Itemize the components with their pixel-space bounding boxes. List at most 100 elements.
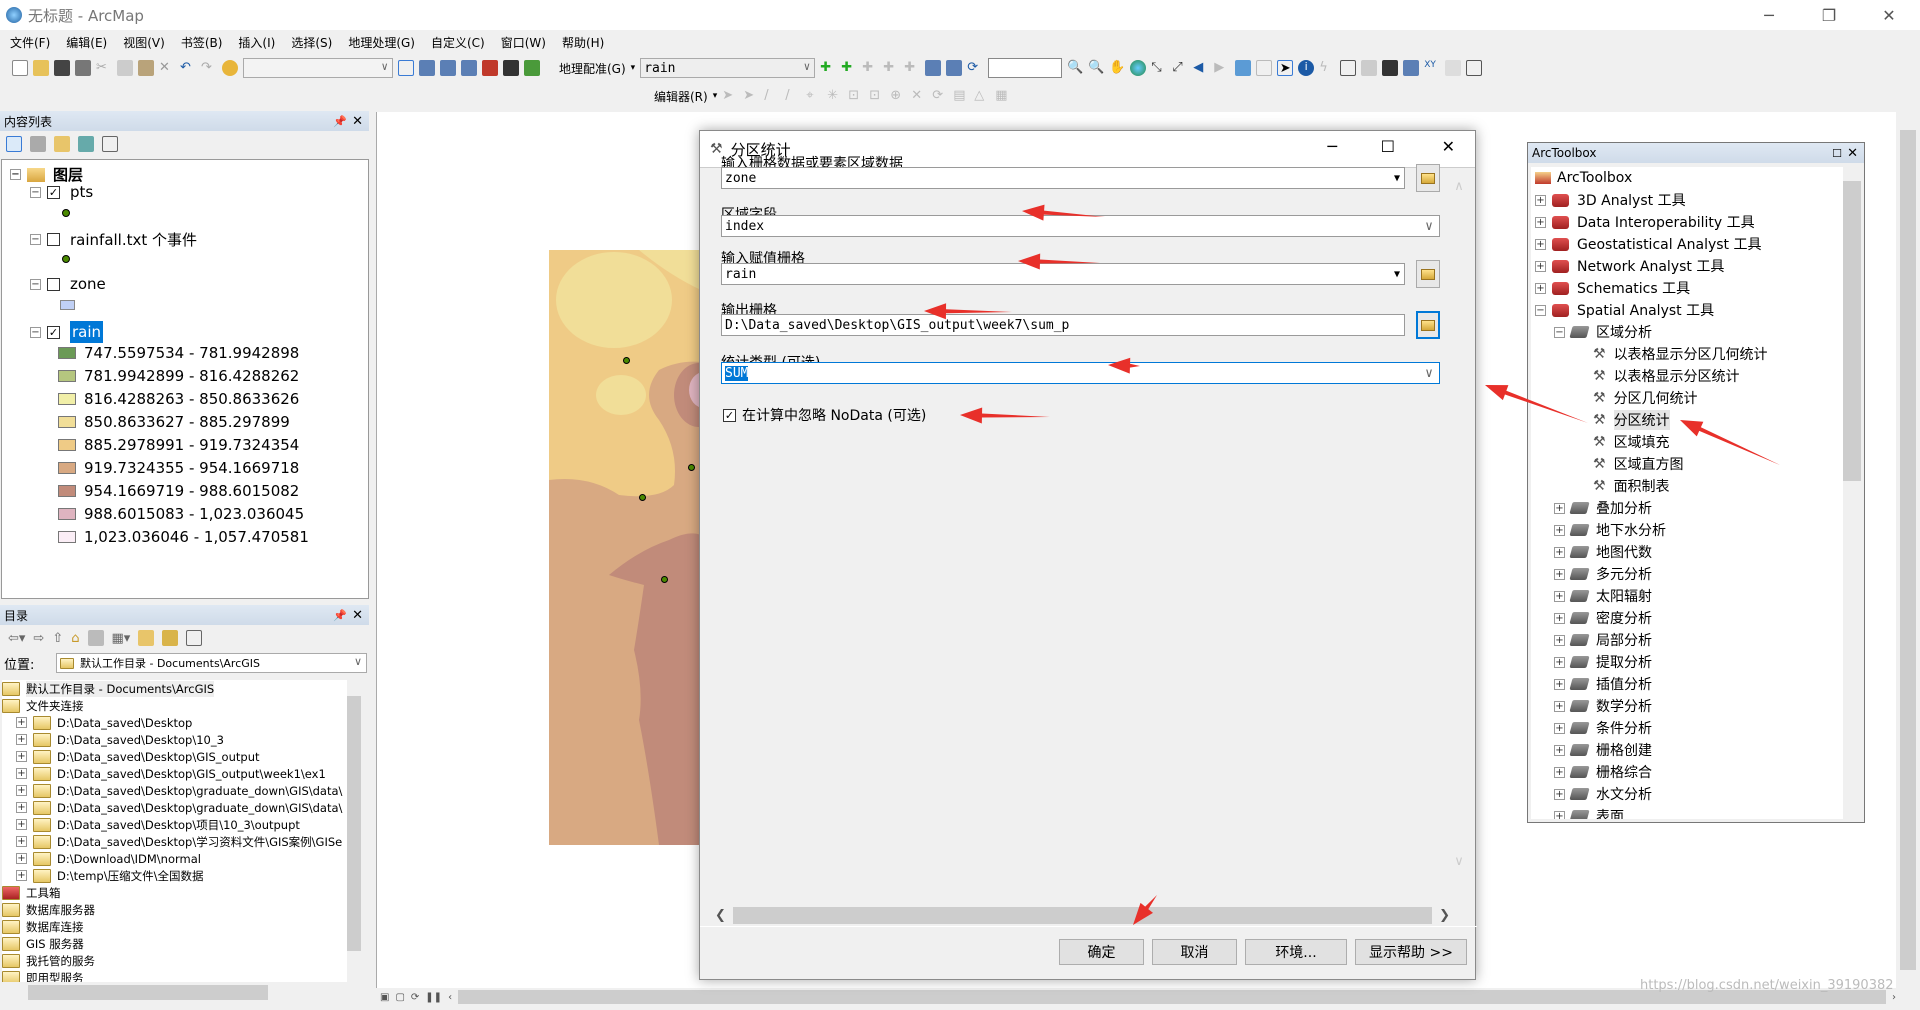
- scale-icon[interactable]: ✚: [904, 60, 920, 76]
- location-combo[interactable]: 默认工作目录 - Documents\ArcGIS ∨: [56, 653, 367, 673]
- layers-root[interactable]: − 图层: [10, 164, 83, 185]
- list-by-source-icon[interactable]: [30, 136, 46, 152]
- menu-item[interactable]: 窗口(W): [501, 34, 546, 51]
- catalog-horizontal-scrollbar[interactable]: [2, 985, 347, 1000]
- tool-item[interactable]: ⚒ 分区统计: [1593, 409, 1670, 431]
- toc-layer[interactable]: − ✓ rain: [30, 321, 104, 343]
- viewer-icon[interactable]: [925, 60, 942, 76]
- list-by-visibility-icon[interactable]: [54, 136, 70, 152]
- catalog-item[interactable]: + D:\Data_saved\Desktop\GIS_output\week1\…: [16, 765, 326, 782]
- restore-button[interactable]: ❐: [1806, 0, 1852, 30]
- expand-icon[interactable]: +: [1554, 766, 1565, 778]
- expand-icon[interactable]: +: [1554, 656, 1565, 668]
- refresh-icon[interactable]: ⟳: [411, 992, 419, 1003]
- default-gdb-icon[interactable]: [87, 630, 104, 646]
- connect-folder-icon[interactable]: [138, 630, 155, 646]
- tool-item[interactable]: ⚒ 区域填充: [1593, 431, 1670, 453]
- time-slider-icon[interactable]: [1445, 60, 1462, 76]
- add-control-points-icon[interactable]: ✚: [820, 60, 836, 76]
- forward-icon[interactable]: ⇨: [33, 631, 44, 646]
- pin-icon[interactable]: 📌: [333, 115, 347, 128]
- minimize-button[interactable]: ─: [1746, 0, 1792, 30]
- browse-zone-button[interactable]: [1416, 164, 1440, 192]
- expand-icon[interactable]: +: [16, 870, 27, 881]
- back-icon[interactable]: ◀: [1193, 60, 1209, 76]
- toolset-item[interactable]: + 多元分析: [1554, 563, 1652, 585]
- collapse-icon[interactable]: −: [30, 326, 41, 338]
- redo-icon[interactable]: ↷: [201, 60, 217, 76]
- expand-icon[interactable]: +: [16, 836, 27, 847]
- toolset-item[interactable]: + 局部分析: [1554, 629, 1652, 651]
- editor-menu[interactable]: 编辑器(R): [654, 88, 708, 105]
- menu-item[interactable]: 插入(I): [238, 34, 275, 51]
- trace-icon[interactable]: ⌖: [806, 88, 822, 104]
- hyperlink-icon[interactable]: ϟ: [1319, 60, 1335, 76]
- list-by-selection-icon[interactable]: [78, 136, 94, 152]
- dialog-close-button[interactable]: ✕: [1442, 137, 1455, 156]
- toolbox-item[interactable]: + Geostatistical Analyst 工具: [1535, 233, 1762, 255]
- browse-value-raster-button[interactable]: [1416, 260, 1440, 288]
- fixed-zoom-out-icon[interactable]: ⤢: [1172, 60, 1188, 76]
- toolbox-item[interactable]: +3D Analyst 工具: [1535, 189, 1686, 211]
- menu-item[interactable]: 视图(V): [123, 34, 165, 51]
- toolbox-item[interactable]: − Spatial Analyst 工具: [1535, 299, 1714, 321]
- scroll-left-icon[interactable]: ‹: [448, 992, 452, 1003]
- print-icon[interactable]: [75, 60, 91, 76]
- toolbox-item[interactable]: + Data Interoperability 工具: [1535, 211, 1755, 233]
- clear-selection-icon[interactable]: [1256, 60, 1273, 76]
- cancel-button[interactable]: 取消: [1152, 939, 1237, 965]
- edit-annotation-icon[interactable]: ➤: [743, 88, 759, 104]
- expand-icon[interactable]: +: [1554, 700, 1565, 712]
- editor-toolbar-icon[interactable]: [398, 60, 414, 76]
- expand-icon[interactable]: +: [16, 802, 27, 813]
- catalog-item[interactable]: + D:\Data_saved\Desktop\学习资料文件\GIS案例\GISe: [16, 833, 342, 850]
- measure-icon[interactable]: [1361, 60, 1378, 76]
- catalog-item[interactable]: 即用型服务: [2, 969, 84, 982]
- dialog-vertical-scrollbar[interactable]: ∧ ∨: [1450, 179, 1468, 879]
- go-to-xy-icon[interactable]: XY: [1424, 60, 1440, 76]
- expand-icon[interactable]: +: [16, 853, 27, 864]
- toc-layer[interactable]: − rainfall.txt 个事件: [30, 229, 197, 250]
- expand-icon[interactable]: +: [1535, 238, 1546, 250]
- html-popup-icon[interactable]: [1340, 60, 1357, 76]
- expand-icon[interactable]: +: [16, 717, 27, 728]
- edit-vertices-icon[interactable]: ⊡: [848, 88, 864, 104]
- add-data-icon[interactable]: [222, 60, 238, 76]
- toolset-item[interactable]: + 叠加分析: [1554, 497, 1652, 519]
- full-extent-icon[interactable]: [1130, 60, 1147, 76]
- edit-tool-icon[interactable]: ➤: [722, 88, 738, 104]
- menu-item[interactable]: 文件(F): [10, 34, 50, 51]
- pin-icon[interactable]: 📌: [333, 609, 347, 622]
- toolbox-item[interactable]: + Schematics 工具: [1535, 277, 1690, 299]
- auto-adjust-icon[interactable]: ✚: [841, 60, 857, 76]
- catalog-item[interactable]: 工具箱: [2, 884, 61, 901]
- collapse-icon[interactable]: −: [30, 234, 41, 245]
- layer-visibility-checkbox[interactable]: ✓: [47, 325, 60, 339]
- create-features-icon[interactable]: ▦: [995, 88, 1011, 104]
- catalog-item[interactable]: + D:\Data_saved\Desktop\graduate_down\GIS…: [16, 799, 342, 816]
- delete-icon[interactable]: ✕: [159, 60, 175, 76]
- expand-icon[interactable]: +: [16, 768, 27, 779]
- menu-item[interactable]: 书签(B): [181, 34, 223, 51]
- maximize-icon[interactable]: ☐: [1832, 147, 1842, 160]
- select-elements-icon[interactable]: ➤: [1277, 60, 1294, 76]
- catalog-item[interactable]: 数据库服务器: [2, 901, 95, 918]
- toolset-item[interactable]: + 地下水分析: [1554, 519, 1666, 541]
- python-icon[interactable]: [503, 60, 519, 76]
- catalog-item[interactable]: 数据库连接: [2, 918, 84, 935]
- expand-icon[interactable]: +: [1554, 612, 1565, 624]
- toolset-item[interactable]: + 提取分析: [1554, 651, 1652, 673]
- table-icon[interactable]: [419, 60, 435, 76]
- arctoolbox-root[interactable]: ArcToolbox: [1535, 167, 1632, 189]
- split-icon[interactable]: ✕: [911, 88, 927, 104]
- list-by-drawing-order-icon[interactable]: [6, 136, 22, 152]
- toc-layer[interactable]: − zone: [30, 275, 106, 293]
- collapse-icon[interactable]: −: [30, 186, 41, 198]
- expand-icon[interactable]: +: [16, 785, 27, 796]
- cut-polygons-icon[interactable]: ⊕: [890, 88, 906, 104]
- shift-icon[interactable]: ✚: [883, 60, 899, 76]
- catalog-item[interactable]: + D:\temp\压缩文件\全国数据: [16, 867, 203, 884]
- catalog-vertical-scrollbar[interactable]: [347, 680, 361, 982]
- collapse-icon[interactable]: −: [30, 278, 41, 290]
- catalog-close-button[interactable]: ✕: [352, 608, 363, 623]
